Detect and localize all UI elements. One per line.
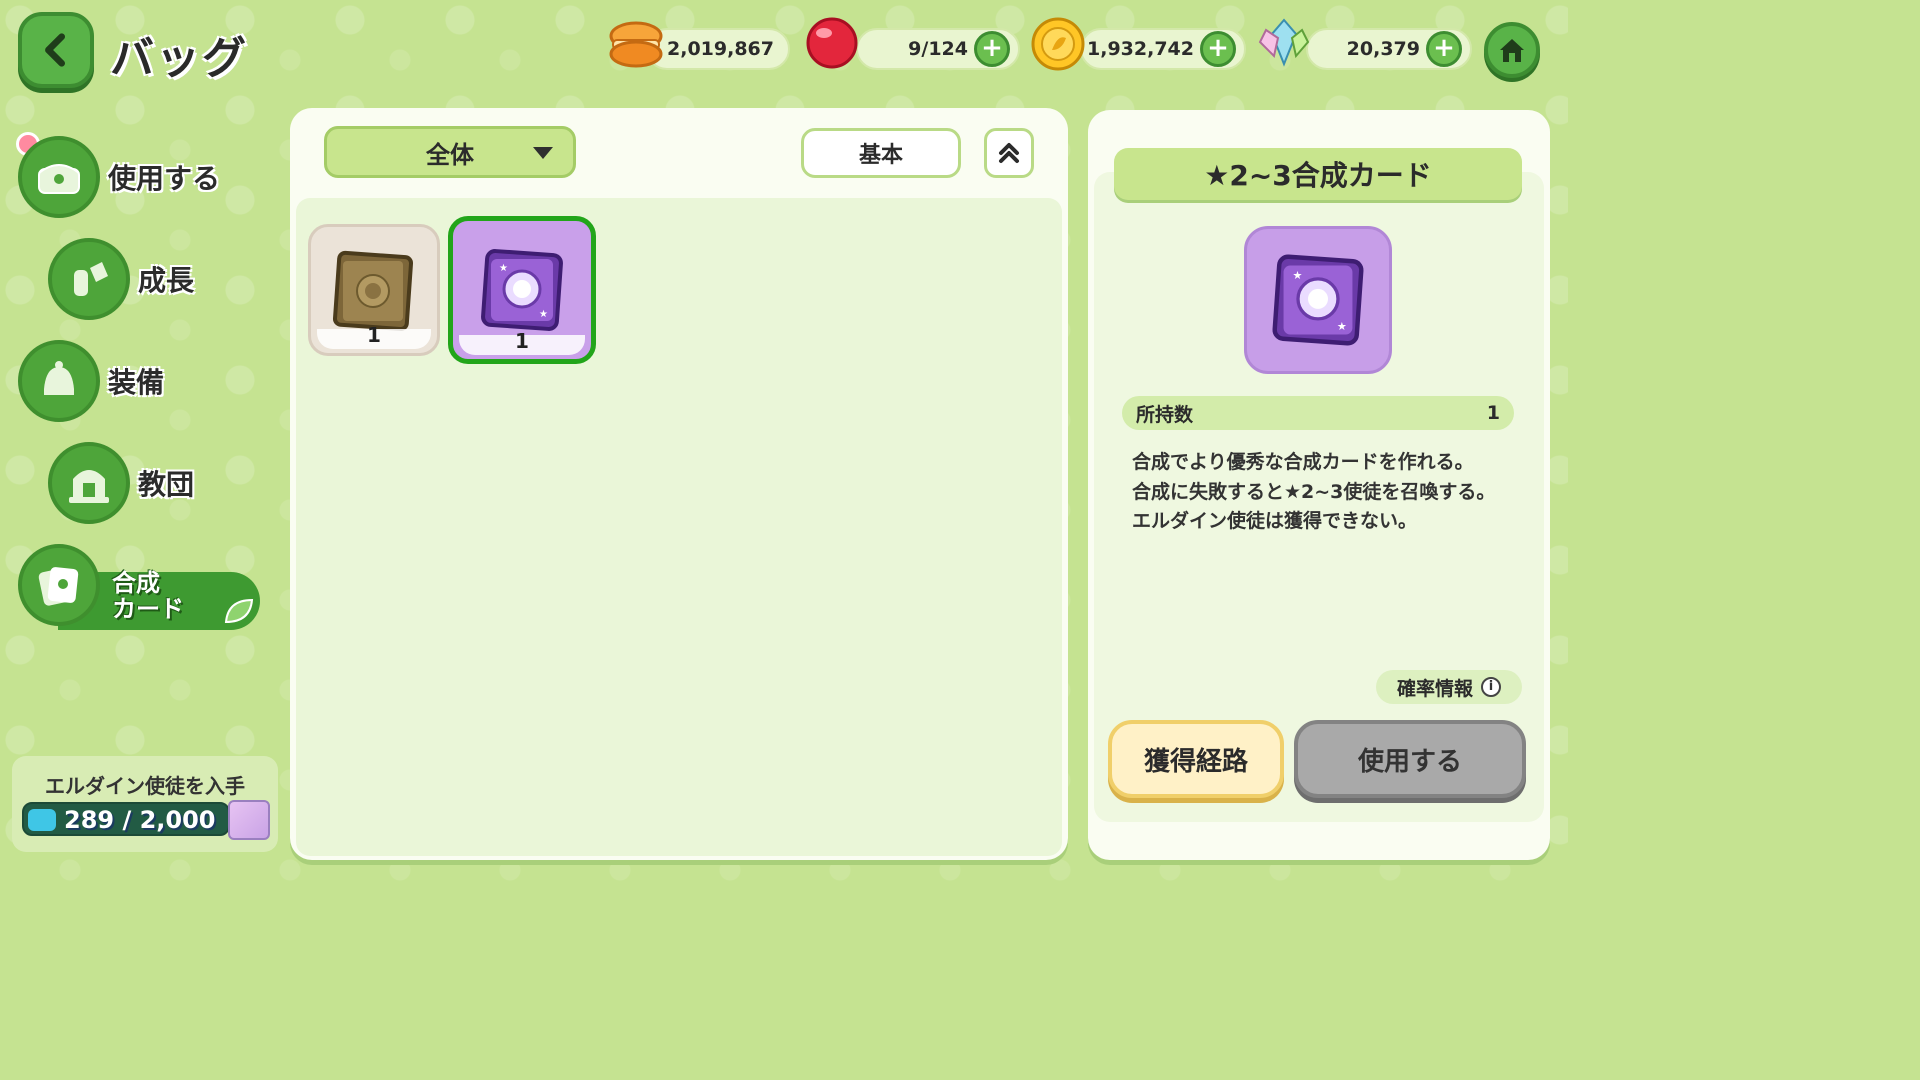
sort-label: 基本: [858, 143, 903, 168]
currency-crystal: 20,379 +: [1306, 28, 1472, 70]
progress-title: エルダイン使徒を入手: [45, 774, 245, 798]
macaron-icon: [609, 21, 663, 68]
info-icon: i: [1481, 677, 1501, 697]
use-item-button[interactable]: 使用する: [1294, 720, 1526, 798]
item-count: 1: [515, 329, 529, 353]
owned-count-row: 所持数 1: [1122, 396, 1514, 430]
purple-card-icon: ★ ★: [1272, 254, 1364, 346]
temple-icon: [48, 442, 130, 524]
owned-value: 1: [1486, 402, 1500, 424]
sidebar-item-label: 合成 カード: [112, 569, 184, 623]
currency-gold: 1,932,742 +: [1080, 28, 1246, 70]
currency-value: 1,932,742: [1087, 38, 1194, 60]
home-button[interactable]: [1484, 22, 1540, 78]
sidebar-item-label: 教団: [138, 468, 195, 501]
acquisition-route-button[interactable]: 獲得経路: [1108, 720, 1284, 798]
use-label: 使用する: [1357, 746, 1462, 777]
progress-fill: [28, 809, 56, 831]
currency-value: 2,019,867: [667, 38, 774, 60]
currency-value: 20,379: [1346, 38, 1420, 60]
filter-value: 全体: [426, 140, 474, 169]
item-count: 1: [367, 323, 381, 347]
progress-text: 289 / 2,000: [64, 806, 216, 834]
inventory-item-bronze-card[interactable]: 1: [308, 224, 440, 356]
progress-bar: 289 / 2,000: [22, 802, 230, 836]
currency-value: 9/124: [908, 38, 968, 60]
item-title: ★2~3合成カード: [1114, 148, 1522, 200]
sidebar-item-church[interactable]: 教団: [48, 442, 194, 524]
page-title: バッグ: [110, 33, 248, 84]
apostle-progress-panel: エルダイン使徒を入手 289 / 2,000: [12, 756, 278, 852]
add-candy-button[interactable]: +: [974, 31, 1010, 67]
probability-info-button[interactable]: 確率情報 i: [1376, 670, 1522, 704]
add-crystal-button[interactable]: +: [1426, 31, 1462, 67]
sidebar-item-use[interactable]: 使用する: [18, 136, 220, 218]
crystal-icon: [1258, 18, 1310, 67]
collapse-button[interactable]: [984, 128, 1034, 178]
svg-text:★: ★: [1292, 269, 1302, 282]
chevron-down-icon: [533, 147, 553, 159]
sidebar-item-synthesis-card[interactable]: 合成 カード: [18, 544, 260, 632]
arrow-left-icon: [45, 33, 66, 67]
sidebar-item-growth[interactable]: 成長: [48, 238, 194, 320]
back-button[interactable]: [18, 12, 94, 88]
currency-candy: 9/124 +: [856, 28, 1020, 70]
card-icon: [18, 544, 100, 626]
category-filter-dropdown[interactable]: 全体: [324, 126, 576, 178]
svg-text:★: ★: [499, 263, 508, 274]
sidebar-item-equipment[interactable]: 装備: [18, 340, 164, 422]
svg-text:★: ★: [1337, 320, 1347, 333]
home-icon: [1500, 39, 1524, 62]
acquire-label: 獲得経路: [1143, 746, 1248, 777]
double-chevron-up-icon: [999, 143, 1019, 163]
equipment-icon: [18, 340, 100, 422]
chest-icon: [18, 136, 100, 218]
apostle-card-icon: [228, 800, 270, 840]
item-description: 合成でより優秀な合成カードを作れる。 合成に失敗すると★2~3使徒を召喚する。 …: [1132, 451, 1496, 532]
sidebar-item-label: 成長: [138, 264, 195, 297]
leaf-icon: [224, 598, 254, 624]
item-detail-icon: ★ ★: [1244, 226, 1392, 374]
add-gold-button[interactable]: +: [1200, 31, 1236, 67]
purple-card-icon: ★ ★: [481, 249, 563, 331]
svg-text:★: ★: [539, 309, 548, 320]
sidebar-item-label: 装備: [108, 366, 165, 399]
sidebar-item-label: 使用する: [108, 162, 221, 195]
candy-icon: [806, 17, 858, 69]
probability-label: 確率情報: [1396, 677, 1473, 700]
bronze-card-icon: [332, 250, 414, 331]
owned-label: 所持数: [1136, 403, 1194, 426]
inventory-item-purple-card[interactable]: ★ ★ 1: [448, 216, 596, 364]
potion-icon: [48, 238, 130, 320]
currency-macaron: 2,019,867: [646, 28, 790, 70]
gold-coin-icon: [1031, 17, 1085, 71]
sort-button[interactable]: 基本: [801, 128, 961, 178]
